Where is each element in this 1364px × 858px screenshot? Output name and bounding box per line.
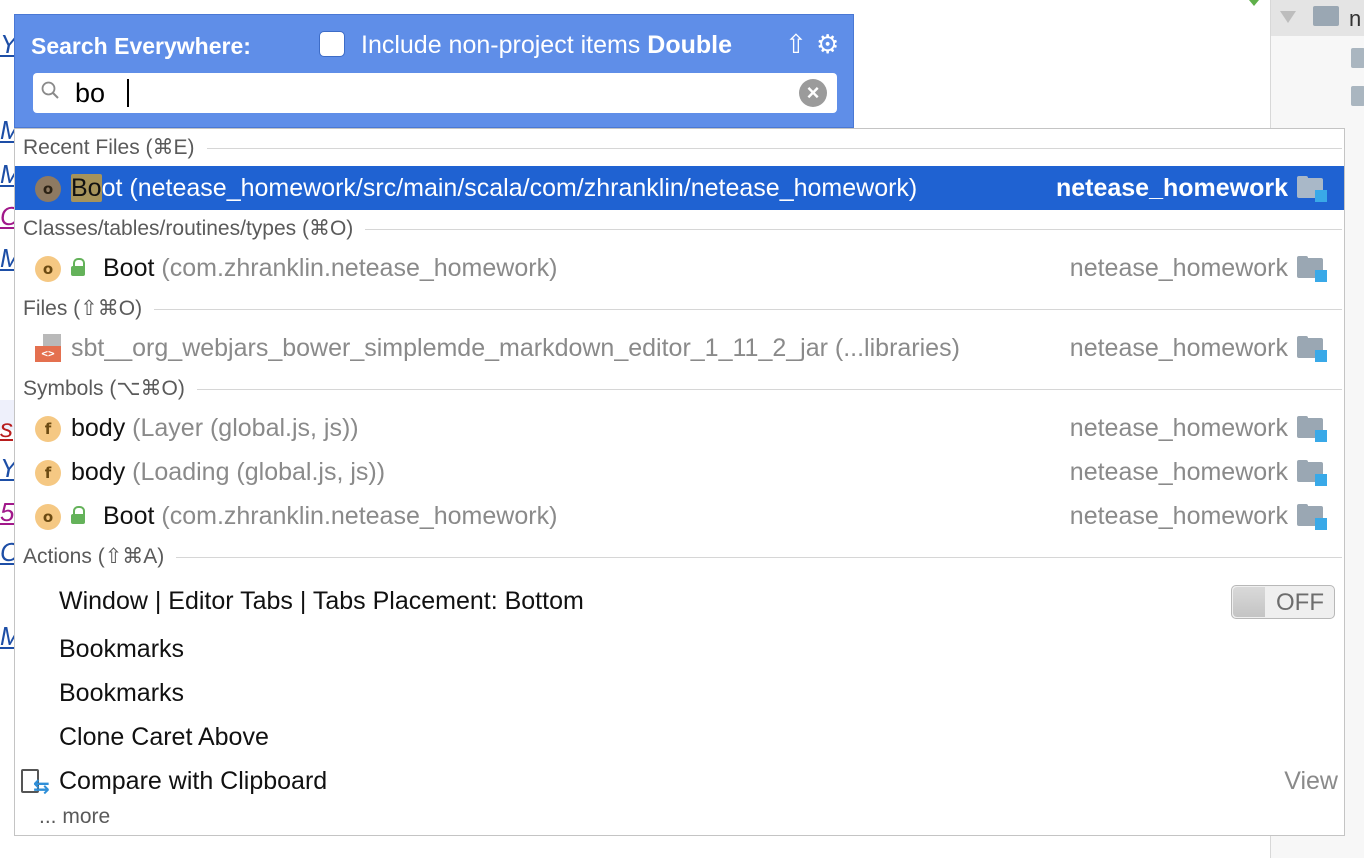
shortcut-label: Double	[647, 31, 732, 59]
action-label: Bookmarks	[59, 635, 185, 663]
action-compare-with-clipboard[interactable]: ⇆ Compare with Clipboard View	[15, 759, 1344, 803]
result-context: (com.zhranklin.netease_homework)	[161, 502, 558, 530]
include-non-project-checkbox[interactable]	[319, 31, 345, 57]
file-icon-tag: <>	[35, 346, 61, 362]
result-name: body (Layer (global.js, js))	[71, 414, 359, 443]
module-folder-icon	[1297, 504, 1327, 530]
match-highlight: Bo	[71, 174, 102, 202]
section-title: Recent Files (⌘E)	[23, 135, 207, 160]
editor-fragment: s	[0, 413, 13, 443]
action-label: Clone Caret Above	[59, 723, 269, 751]
result-row-symbol-body-layer[interactable]: f body (Layer (global.js, js)) netease_h…	[15, 406, 1344, 450]
action-group-label: View	[1284, 767, 1338, 795]
result-row-symbol-boot[interactable]: o Boot (com.zhranklin.netease_homework) …	[15, 494, 1344, 538]
vcs-change-marker	[1249, 0, 1259, 6]
action-bookmarks[interactable]: Bookmarks	[15, 627, 1344, 671]
section-divider	[23, 148, 1342, 149]
result-context: (netease_homework/src/main/scala/com/zhr…	[129, 174, 918, 202]
lock-icon	[71, 258, 85, 276]
result-name-text: sbt__org_webjars_bower_simplemde_markdow…	[71, 334, 828, 362]
section-title: Actions (⇧⌘A)	[23, 544, 177, 569]
shift-icon: ⇧	[785, 29, 807, 59]
text-caret	[127, 79, 129, 107]
search-everywhere-popup: Search Everywhere: Include non-project i…	[14, 14, 1345, 836]
lock-icon	[71, 506, 85, 524]
section-title: Classes/tables/routines/types (⌘O)	[23, 216, 366, 241]
result-name: Boot (com.zhranklin.netease_homework)	[103, 502, 557, 531]
result-row-file-jar[interactable]: <> sbt__org_webjars_bower_simplemde_mark…	[15, 326, 1344, 370]
action-tabs-placement[interactable]: Window | Editor Tabs | Tabs Placement: B…	[15, 579, 1344, 623]
section-recent-files: Recent Files (⌘E)	[15, 129, 1344, 165]
result-row-symbol-body-loading[interactable]: f body (Loading (global.js, js)) netease…	[15, 450, 1344, 494]
off-toggle[interactable]: OFF	[1231, 585, 1335, 619]
section-classes: Classes/tables/routines/types (⌘O)	[15, 210, 1344, 246]
toggle-knob	[1233, 587, 1265, 617]
result-name: body (Loading (global.js, js))	[71, 458, 385, 487]
popup-title: Search Everywhere:	[31, 33, 251, 59]
module-folder-icon	[1297, 336, 1327, 362]
include-label-text: Include non-project items	[361, 31, 641, 59]
result-row-class-boot[interactable]: o Boot (com.zhranklin.netease_homework) …	[15, 246, 1344, 290]
result-context: (Layer (global.js, js))	[132, 414, 359, 442]
folder-icon	[1351, 86, 1364, 106]
result-name-rest: ot	[101, 174, 123, 202]
section-divider	[23, 389, 1342, 390]
function-badge-icon: f	[35, 416, 61, 442]
more-link[interactable]: ... more	[39, 805, 110, 829]
module-folder-icon	[1297, 416, 1327, 442]
action-label: Bookmarks	[59, 679, 185, 707]
object-badge-icon: o	[35, 504, 61, 530]
search-header: Search Everywhere: Include non-project i…	[14, 14, 854, 128]
folder-icon	[1351, 48, 1364, 68]
section-title: Files (⇧⌘O)	[23, 296, 155, 321]
module-name: netease_homework	[1069, 334, 1288, 362]
section-symbols: Symbols (⌥⌘O)	[15, 370, 1344, 406]
action-label: Compare with Clipboard	[59, 767, 328, 795]
result-context: (Loading (global.js, js))	[132, 458, 386, 486]
html-file-icon: <>	[35, 334, 65, 364]
editor-fragment: 5	[0, 497, 15, 527]
section-divider	[23, 557, 1342, 558]
result-name-text: Boot	[103, 502, 155, 530]
result-name: sbt__org_webjars_bower_simplemde_markdow…	[71, 334, 960, 363]
result-row-recent-boot[interactable]: o Boot (netease_homework/src/main/scala/…	[15, 166, 1344, 210]
result-name-text: body	[71, 458, 126, 486]
result-name-text: body	[71, 414, 126, 442]
section-actions: Actions (⇧⌘A)	[15, 538, 1344, 574]
result-name: Boot (com.zhranklin.netease_homework)	[103, 254, 557, 283]
action-bookmarks[interactable]: Bookmarks	[15, 671, 1344, 715]
section-title: Symbols (⌥⌘O)	[23, 376, 197, 401]
module-folder-icon	[1297, 460, 1327, 486]
object-badge-icon: o	[35, 256, 61, 282]
search-results-list: Recent Files (⌘E) o Boot (netease_homewo…	[14, 128, 1345, 836]
action-clone-caret-above[interactable]: Clone Caret Above	[15, 715, 1344, 759]
clipboard-compare-icon: ⇆	[21, 767, 51, 797]
result-context: (...libraries)	[834, 334, 960, 362]
clear-icon[interactable]: ×	[799, 79, 827, 107]
module-name: netease_homework	[1069, 458, 1288, 486]
result-name-text: Boot	[103, 254, 155, 282]
module-name: netease_homework	[1055, 174, 1288, 202]
search-input[interactable]	[75, 75, 775, 111]
section-divider	[23, 309, 1342, 310]
function-badge-icon: f	[35, 460, 61, 486]
module-folder-icon	[1297, 176, 1327, 202]
module-name: netease_homework	[1069, 254, 1288, 282]
module-name: netease_homework	[1069, 502, 1288, 530]
search-icon	[41, 81, 59, 99]
module-folder-icon	[1297, 256, 1327, 282]
result-context: (com.zhranklin.netease_homework)	[161, 254, 558, 282]
search-box[interactable]: ×	[33, 73, 837, 113]
module-name: netease_homework	[1069, 414, 1288, 442]
include-non-project-label[interactable]: Include non-project items Double	[361, 31, 732, 60]
project-tree-label: n	[1349, 6, 1362, 31]
object-badge-icon: o	[35, 176, 61, 202]
gear-icon[interactable]: ⚙	[816, 29, 839, 60]
toggle-state: OFF	[1276, 589, 1324, 616]
section-files: Files (⇧⌘O)	[15, 290, 1344, 326]
action-label: Window | Editor Tabs | Tabs Placement: B…	[59, 587, 584, 615]
result-name: Boot (netease_homework/src/main/scala/co…	[71, 174, 917, 203]
